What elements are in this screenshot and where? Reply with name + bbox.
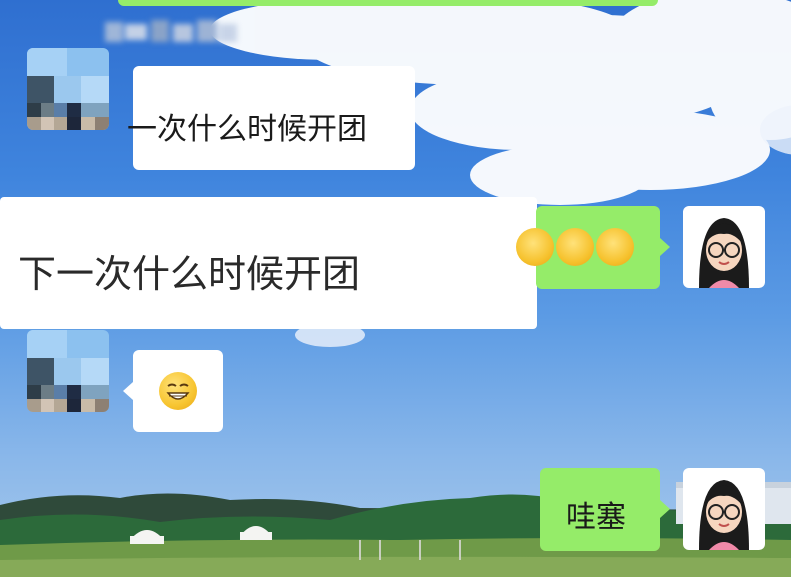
message-text: 一次什么时候开团 [127,112,367,147]
other-message-bubble[interactable]: 一次什么时候开团 [127,66,415,170]
laughing-crying-emoji-icon [516,228,554,266]
self-emoji-message-bubble[interactable] [516,206,660,289]
self-message-bubble[interactable]: 哇塞 [540,468,660,551]
other-emoji-message-bubble[interactable] [133,350,223,432]
chat-screen: 一次什么时候开团 下一次什么时候开团 哇塞 [0,0,791,577]
bubble-tail [660,238,670,256]
previous-self-message-bubble[interactable] [118,0,658,6]
bubble-tail [660,500,670,518]
laughing-crying-emoji-icon [596,228,634,266]
self-avatar[interactable] [683,468,765,550]
message-text: 下一次什么时候开团 [18,252,361,296]
bubble-tail [123,382,133,400]
message-text: 哇塞 [566,500,626,535]
quoted-message-bubble[interactable]: 下一次什么时候开团 [0,197,537,329]
other-user-avatar[interactable] [27,330,109,412]
self-avatar[interactable] [683,206,765,288]
sender-name-blurred [105,18,240,46]
grinning-squinting-emoji-icon [159,372,197,410]
laughing-crying-emoji-icon [556,228,594,266]
other-user-avatar[interactable] [27,48,109,130]
